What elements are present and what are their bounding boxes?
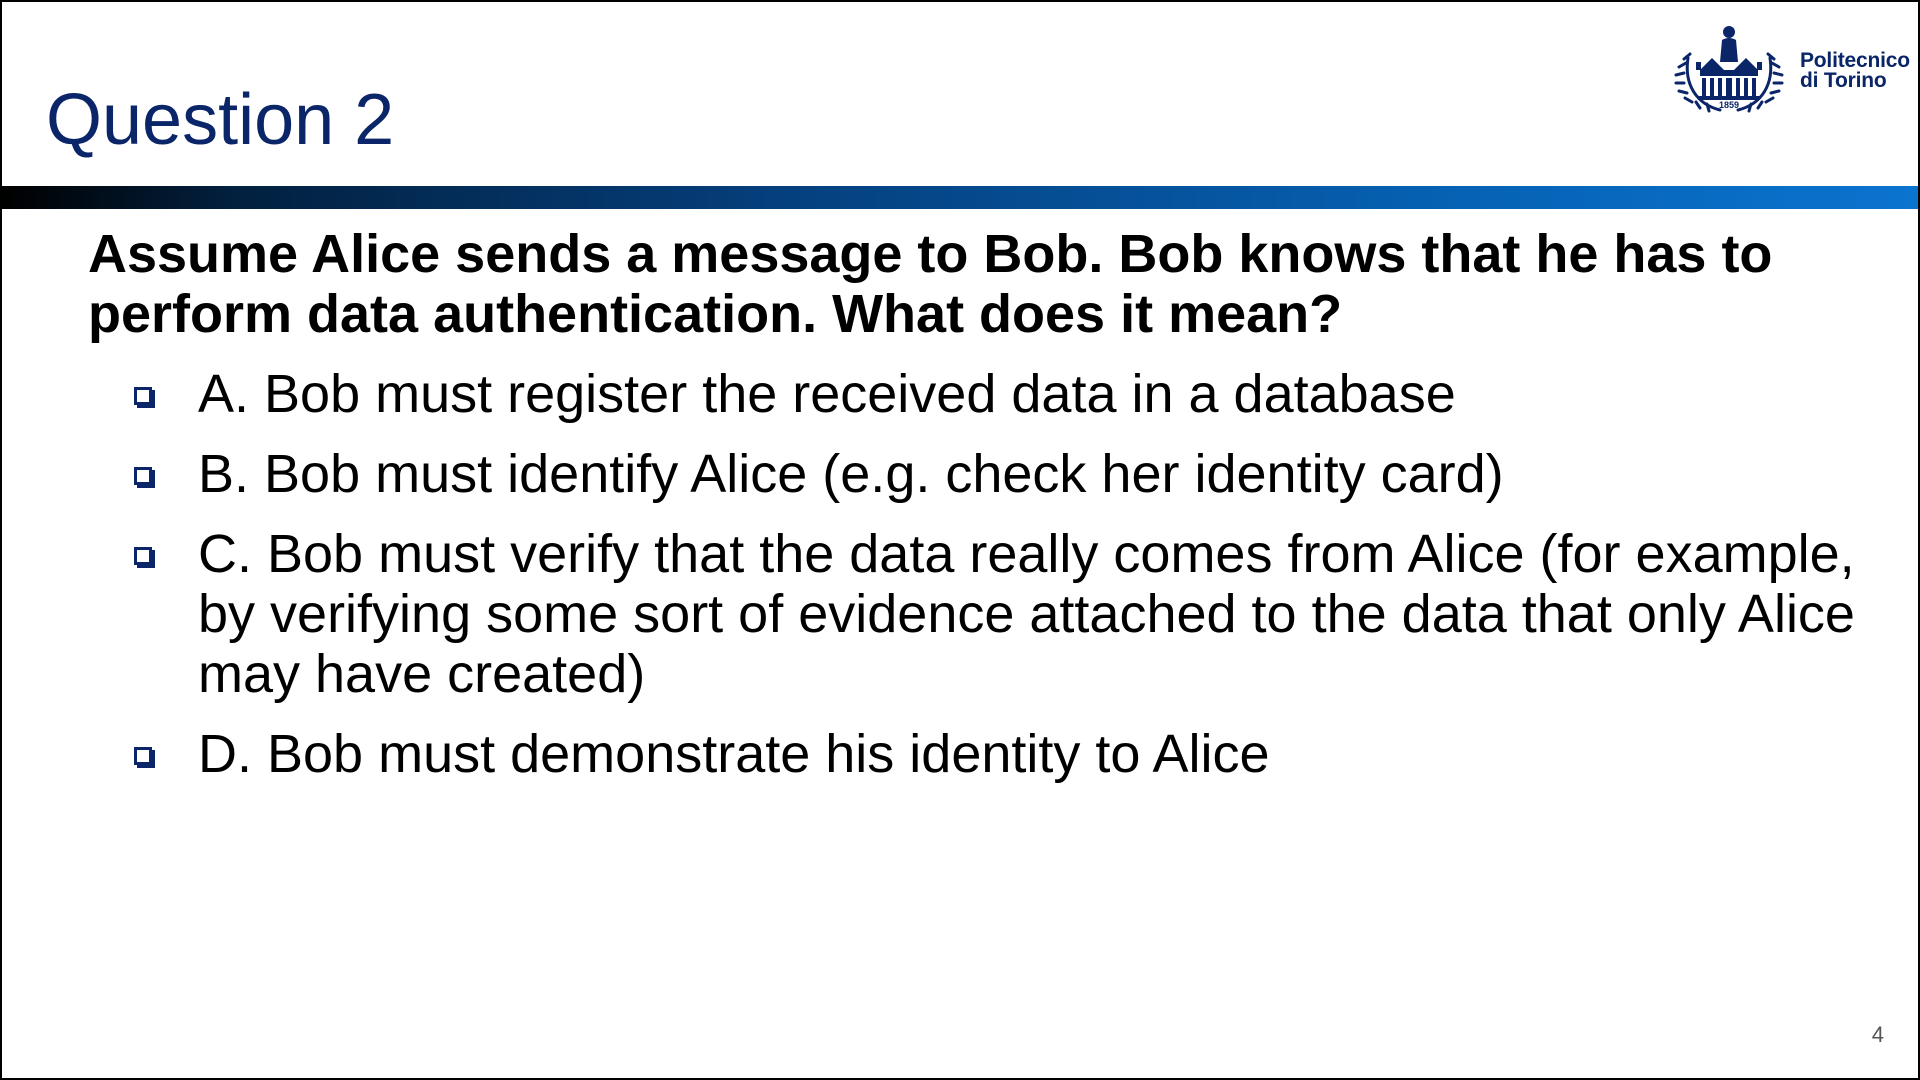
- option-b[interactable]: B. Bob must identify Alice (e.g. check h…: [132, 444, 1892, 504]
- option-d-label: D. Bob must demonstrate his identity to …: [198, 724, 1270, 784]
- question-text: Assume Alice sends a message to Bob. Bob…: [88, 224, 1773, 344]
- option-c[interactable]: C. Bob must verify that the data really …: [132, 524, 1892, 704]
- page-number: 4: [1871, 1022, 1884, 1047]
- slide: Question 2 1859 Politecnico di Torino As…: [0, 0, 1920, 1080]
- title-divider-bar: [2, 186, 1918, 209]
- hollow-square-bullet-icon: [134, 387, 152, 405]
- politecnico-torino-seal-icon: 1859: [1674, 26, 1784, 113]
- hollow-square-bullet-icon: [134, 467, 152, 485]
- slide-title: Question 2: [46, 80, 395, 160]
- logo-line-2: di Torino: [1800, 69, 1887, 92]
- logo-wordmark: Politecnico di Torino: [1800, 49, 1910, 92]
- answer-options: A. Bob must register the received data i…: [132, 364, 1892, 804]
- logo-line-1: Politecnico: [1800, 49, 1910, 72]
- option-d[interactable]: D. Bob must demonstrate his identity to …: [132, 724, 1892, 784]
- option-a[interactable]: A. Bob must register the received data i…: [132, 364, 1892, 424]
- option-b-label: B. Bob must identify Alice (e.g. check h…: [198, 444, 1504, 504]
- option-c-label: C. Bob must verify that the data really …: [198, 524, 1855, 704]
- logo-year: 1859: [1719, 100, 1739, 110]
- hollow-square-bullet-icon: [134, 747, 152, 765]
- hollow-square-bullet-icon: [134, 547, 152, 565]
- option-a-label: A. Bob must register the received data i…: [198, 364, 1456, 424]
- university-logo: 1859 Politecnico di Torino: [1674, 18, 1918, 128]
